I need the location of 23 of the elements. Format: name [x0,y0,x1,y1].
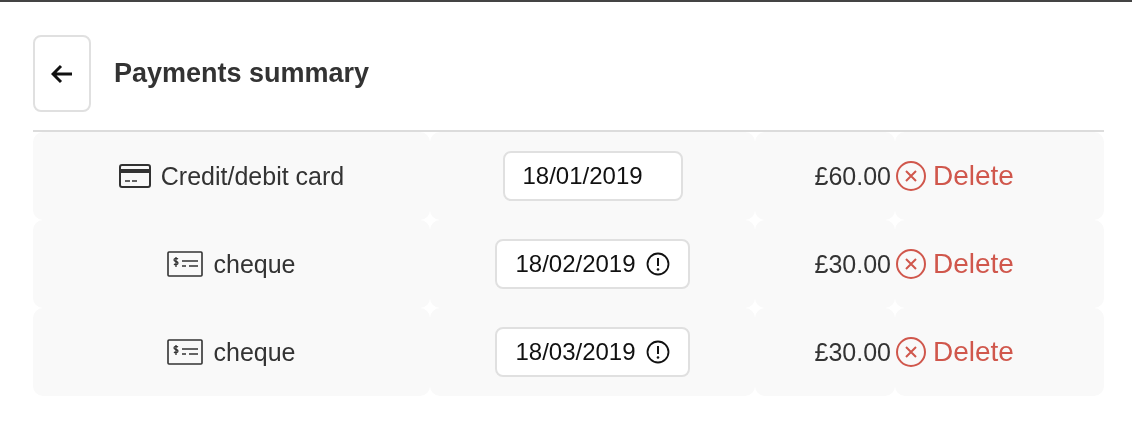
amount: £30.00 [814,337,891,367]
page-title: Payments summary [114,58,370,89]
amount: £30.00 [814,249,891,279]
credit-card-icon [118,164,151,188]
cheque-icon [167,251,204,277]
cheque-icon [167,339,204,365]
warning-icon [645,252,670,276]
date-field[interactable]: 18/01/2019 [502,151,683,201]
delete-button[interactable]: Delete [895,160,1014,192]
payment-method: Credit/debit card [160,161,345,191]
close-circle-icon [895,160,927,192]
close-circle-icon [895,336,927,368]
payment-method: cheque [213,249,296,279]
payment-method: cheque [213,337,296,367]
delete-button[interactable]: Delete [895,336,1014,368]
close-circle-icon [895,248,927,280]
back-button[interactable] [33,35,91,112]
amount: £60.00 [814,161,891,191]
date-field[interactable]: 18/03/2019 [495,327,690,377]
date-field[interactable]: 18/02/2019 [495,239,690,289]
warning-icon [645,340,670,364]
back-arrow-icon [51,63,73,84]
delete-button[interactable]: Delete [895,248,1014,280]
